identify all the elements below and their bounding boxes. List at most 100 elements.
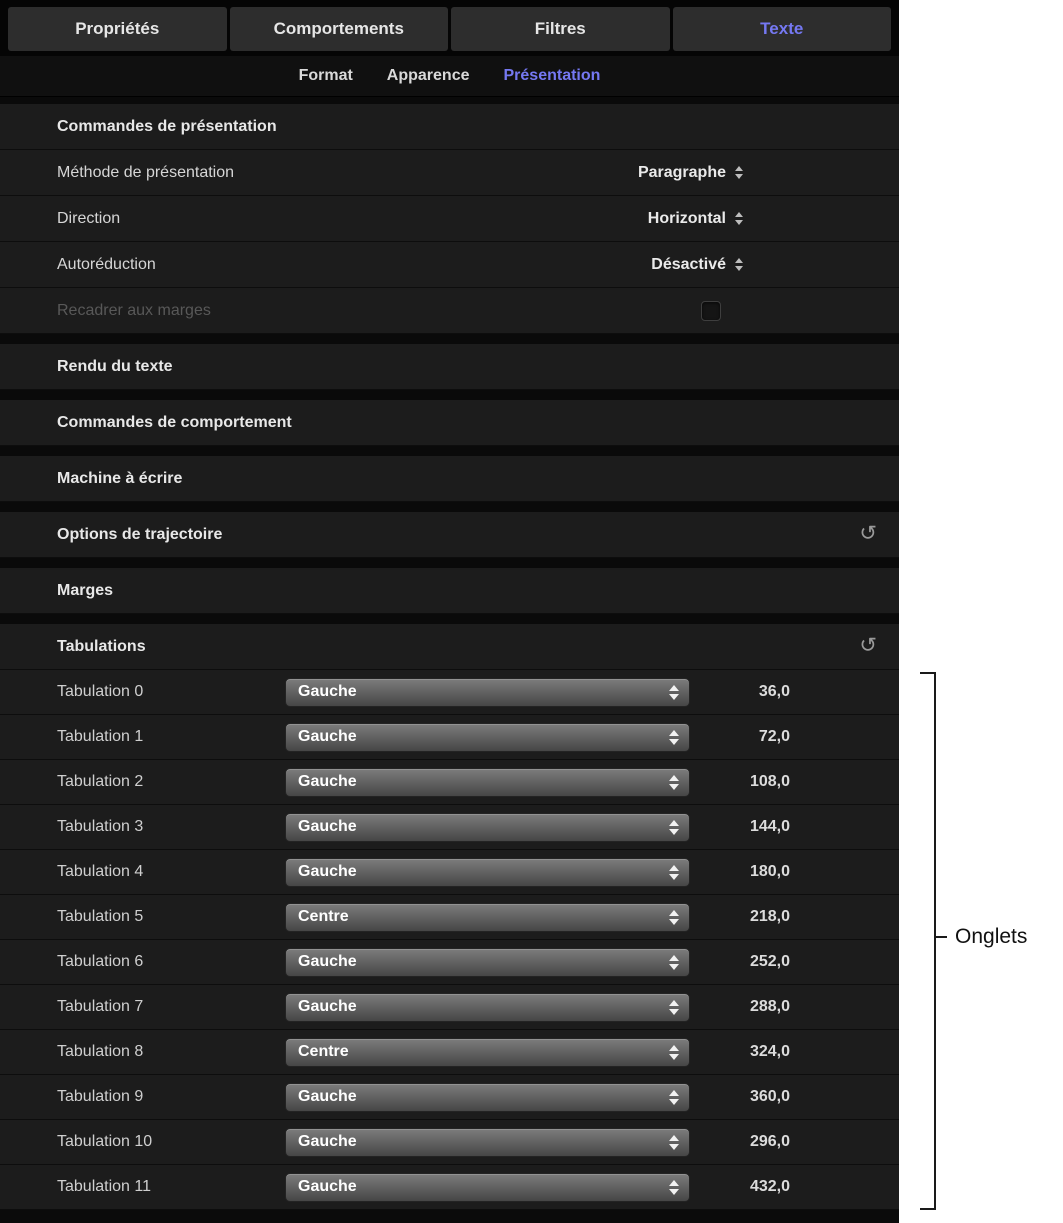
section-machine-a-ecrire[interactable]: Machine à écrire: [0, 456, 899, 502]
section-divider: [0, 502, 899, 512]
row-recadrer-aux-marges: Recadrer aux marges: [0, 288, 899, 334]
tabulation-label: Tabulation 7: [57, 998, 285, 1016]
tabulation-align-select[interactable]: Gauche: [285, 948, 690, 977]
section-title: Marges: [57, 582, 113, 600]
section-commandes-de-comportement[interactable]: Commandes de comportement: [0, 400, 899, 446]
select-value: Gauche: [298, 818, 669, 836]
section-title: Rendu du texte: [57, 358, 173, 376]
tabulation-position-value[interactable]: 252,0: [690, 953, 790, 971]
tabulation-align-select[interactable]: Centre: [285, 903, 690, 932]
chevron-up-down-icon: [669, 1000, 681, 1015]
select-value: Gauche: [298, 863, 669, 881]
methode-presentation-popup[interactable]: Paragraphe: [638, 164, 743, 182]
tabulation-label: Tabulation 5: [57, 908, 285, 926]
section-title: Commandes de comportement: [57, 414, 292, 432]
chevron-up-down-icon: [669, 1045, 681, 1060]
tabulation-label: Tabulation 10: [57, 1133, 285, 1151]
popup-value: Désactivé: [651, 256, 726, 274]
tabulation-row-3: Tabulation 3 Gauche 144,0: [0, 805, 899, 850]
section-divider: [0, 334, 899, 344]
tabulation-align-select[interactable]: Gauche: [285, 1173, 690, 1202]
reset-button[interactable]: ↺: [859, 634, 877, 655]
reset-button[interactable]: ↺: [859, 522, 877, 543]
tabulation-row-10: Tabulation 10 Gauche 296,0: [0, 1120, 899, 1165]
tabulation-position-value[interactable]: 108,0: [690, 773, 790, 791]
section-marges[interactable]: Marges: [0, 568, 899, 614]
chevron-up-down-icon: [669, 1180, 681, 1195]
tabulation-align-select[interactable]: Centre: [285, 1038, 690, 1067]
annotation-bracket-stub: [934, 936, 947, 938]
select-value: Gauche: [298, 728, 669, 746]
section-options-de-trajectoire[interactable]: Options de trajectoire ↺: [0, 512, 899, 558]
annotation-label: Onglets: [955, 923, 1027, 950]
row-direction: Direction Horizontal: [0, 196, 899, 242]
subtab-format[interactable]: Format: [299, 67, 353, 85]
chevron-up-down-icon: [735, 258, 743, 271]
section-divider: [0, 446, 899, 456]
chevron-up-down-icon: [669, 1090, 681, 1105]
section-tabulations[interactable]: Tabulations ↺: [0, 624, 899, 670]
tabulation-align-select[interactable]: Gauche: [285, 678, 690, 707]
tab-comportements[interactable]: Comportements: [230, 7, 449, 51]
chevron-up-down-icon: [669, 775, 681, 790]
tabulation-label: Tabulation 4: [57, 863, 285, 881]
tabulation-row-7: Tabulation 7 Gauche 288,0: [0, 985, 899, 1030]
tabulation-label: Tabulation 9: [57, 1088, 285, 1106]
tabulation-align-select[interactable]: Gauche: [285, 858, 690, 887]
tabulation-align-select[interactable]: Gauche: [285, 1128, 690, 1157]
tabulation-label: Tabulation 3: [57, 818, 285, 836]
param-label: Direction: [57, 210, 648, 228]
tabulation-row-8: Tabulation 8 Centre 324,0: [0, 1030, 899, 1075]
section-title: Options de trajectoire: [57, 526, 222, 544]
tabulation-align-select[interactable]: Gauche: [285, 813, 690, 842]
autoreduction-popup[interactable]: Désactivé: [651, 256, 743, 274]
tabulation-position-value[interactable]: 180,0: [690, 863, 790, 881]
section-commandes-presentation[interactable]: Commandes de présentation: [0, 104, 899, 150]
row-autoreduction: Autoréduction Désactivé: [0, 242, 899, 288]
tabulation-position-value[interactable]: 72,0: [690, 728, 790, 746]
tabulation-row-1: Tabulation 1 Gauche 72,0: [0, 715, 899, 760]
tabulation-position-value[interactable]: 360,0: [690, 1088, 790, 1106]
section-divider: [0, 97, 899, 104]
tabulation-position-value[interactable]: 432,0: [690, 1178, 790, 1196]
chevron-up-down-icon: [669, 730, 681, 745]
param-label: Recadrer aux marges: [57, 302, 701, 320]
tabulation-position-value[interactable]: 324,0: [690, 1043, 790, 1061]
select-value: Gauche: [298, 1133, 669, 1151]
texte-subtab-bar: Format Apparence Présentation: [0, 56, 899, 97]
section-divider: [0, 558, 899, 568]
tabulation-row-9: Tabulation 9 Gauche 360,0: [0, 1075, 899, 1120]
chevron-up-down-icon: [669, 955, 681, 970]
tabulation-align-select[interactable]: Gauche: [285, 993, 690, 1022]
tab-filtres[interactable]: Filtres: [451, 7, 670, 51]
tabulation-label: Tabulation 8: [57, 1043, 285, 1061]
tabulation-position-value[interactable]: 288,0: [690, 998, 790, 1016]
popup-value: Horizontal: [648, 210, 726, 228]
section-title: Machine à écrire: [57, 470, 182, 488]
tabulation-row-5: Tabulation 5 Centre 218,0: [0, 895, 899, 940]
chevron-up-down-icon: [669, 820, 681, 835]
subtab-presentation[interactable]: Présentation: [504, 67, 601, 85]
select-value: Gauche: [298, 773, 669, 791]
tabulation-position-value[interactable]: 218,0: [690, 908, 790, 926]
tab-texte[interactable]: Texte: [673, 7, 892, 51]
tabulation-position-value[interactable]: 144,0: [690, 818, 790, 836]
tabulation-position-value[interactable]: 296,0: [690, 1133, 790, 1151]
chevron-up-down-icon: [669, 865, 681, 880]
tabulation-align-select[interactable]: Gauche: [285, 768, 690, 797]
tabulation-row-4: Tabulation 4 Gauche 180,0: [0, 850, 899, 895]
direction-popup[interactable]: Horizontal: [648, 210, 743, 228]
tabulation-align-select[interactable]: Gauche: [285, 723, 690, 752]
section-rendu-du-texte[interactable]: Rendu du texte: [0, 344, 899, 390]
recadrer-checkbox[interactable]: [701, 301, 721, 321]
inspector-panel: Propriétés Comportements Filtres Texte F…: [0, 0, 899, 1223]
subtab-apparence[interactable]: Apparence: [387, 67, 470, 85]
annotation-bracket: [920, 672, 936, 1210]
tabulation-label: Tabulation 1: [57, 728, 285, 746]
tab-proprietes[interactable]: Propriétés: [8, 7, 227, 51]
tabulation-row-11: Tabulation 11 Gauche 432,0: [0, 1165, 899, 1210]
chevron-up-down-icon: [669, 910, 681, 925]
tabulation-align-select[interactable]: Gauche: [285, 1083, 690, 1112]
tabulation-position-value[interactable]: 36,0: [690, 683, 790, 701]
select-value: Gauche: [298, 1178, 669, 1196]
